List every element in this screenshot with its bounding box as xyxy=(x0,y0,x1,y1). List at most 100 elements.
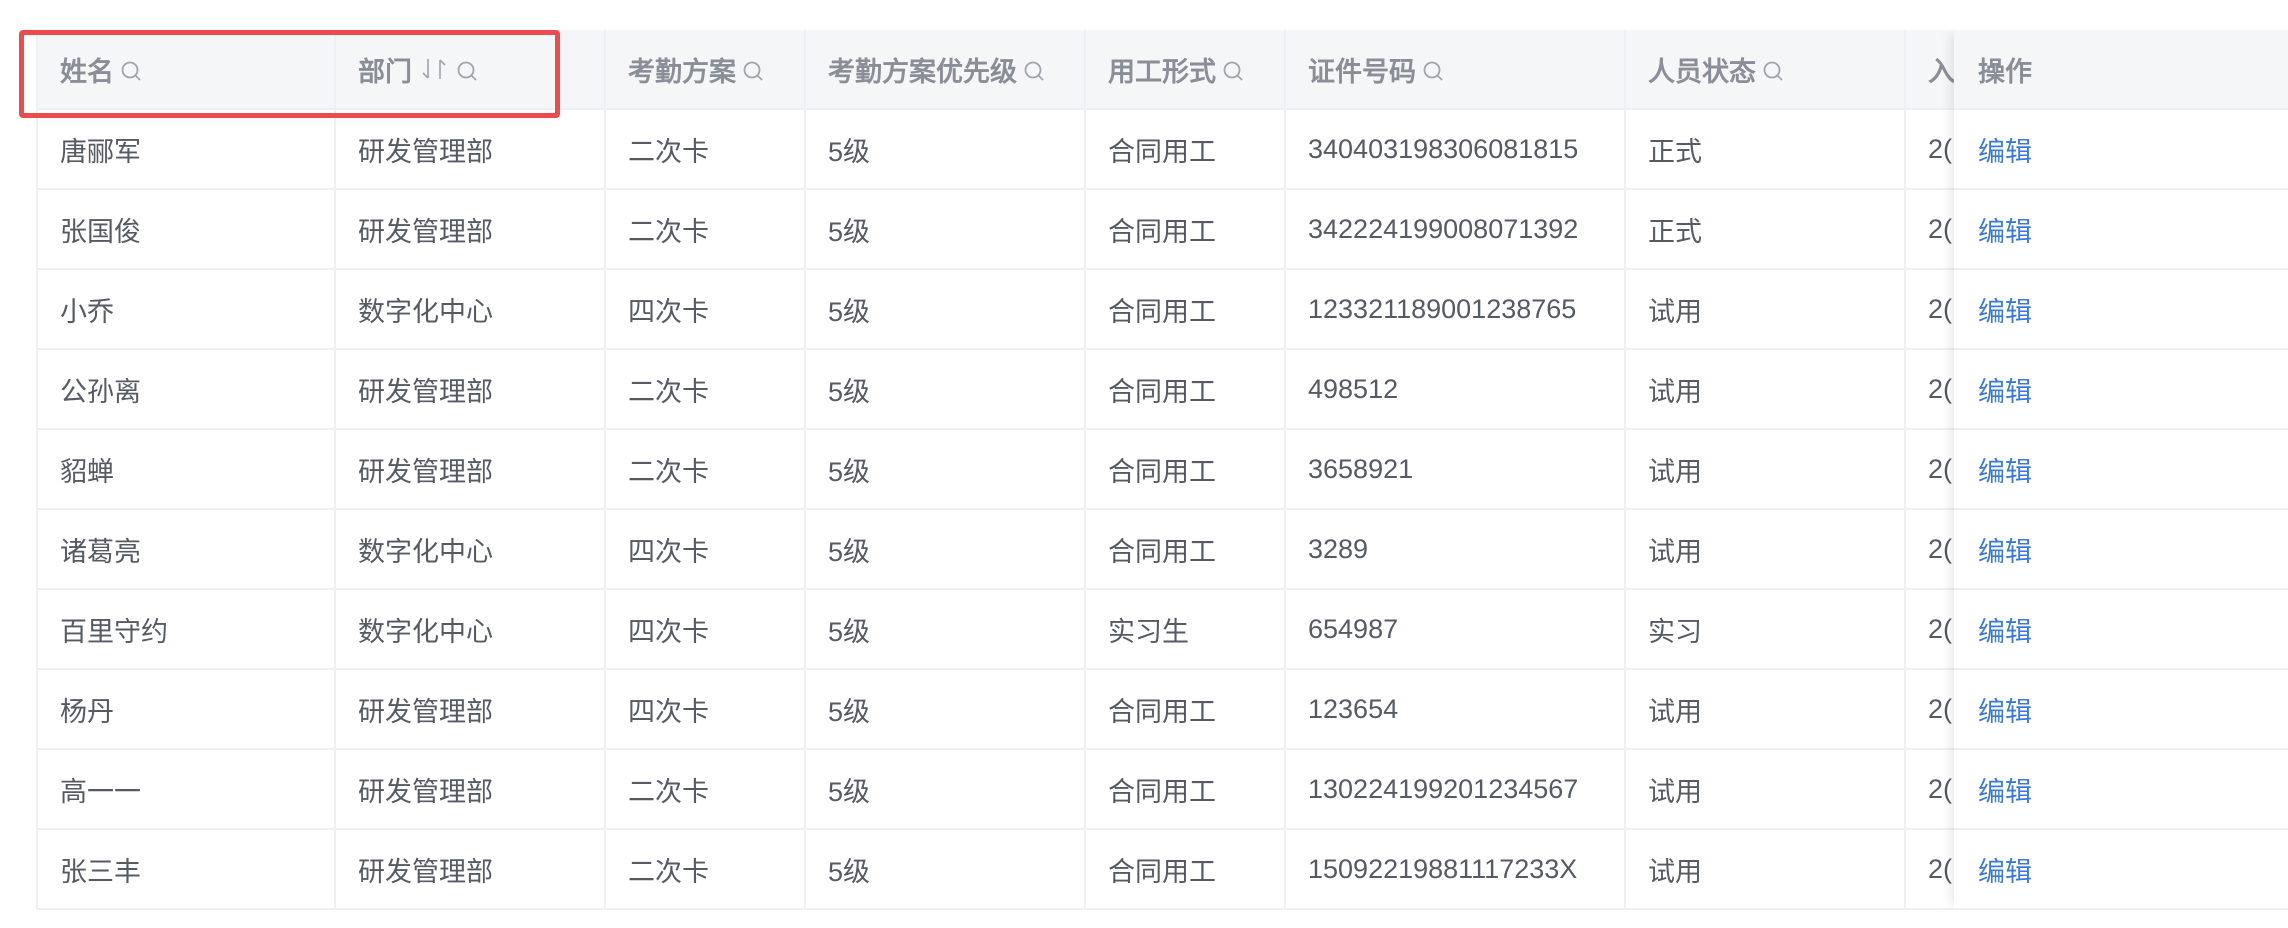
cell-department: 数字化中心 xyxy=(336,590,606,668)
cell-department: 研发管理部 xyxy=(336,750,606,828)
cell-attendance-plan: 四次卡 xyxy=(606,590,806,668)
search-icon[interactable] xyxy=(1762,58,1784,81)
cell-plan-priority: 5级 xyxy=(806,750,1086,828)
cell-plan-priority: 5级 xyxy=(806,670,1086,748)
cell-name: 杨丹 xyxy=(38,670,336,748)
edit-link[interactable]: 编辑 xyxy=(1978,130,2032,169)
cell-status: 试用 xyxy=(1626,350,1906,428)
cell-employment-type: 合同用工 xyxy=(1086,350,1286,428)
cell-status: 试用 xyxy=(1626,670,1906,748)
column-header-attendance-plan[interactable]: 考勤方案 xyxy=(606,30,806,108)
cell-employment-type: 合同用工 xyxy=(1086,430,1286,508)
action-column: 操作 编辑 编辑 编辑 编辑 编辑 编辑 编辑 编辑 编辑 编辑 xyxy=(1954,30,2288,910)
cell-attendance-plan: 二次卡 xyxy=(606,110,806,188)
cell-plan-priority: 5级 xyxy=(806,110,1086,188)
search-icon[interactable] xyxy=(742,58,764,81)
cell-plan-priority: 5级 xyxy=(806,590,1086,668)
table-row[interactable]: 貂蝉 研发管理部 二次卡 5级 合同用工 3658921 试用 2( xyxy=(38,430,2288,510)
cell-id-number: 130224199201234567 xyxy=(1286,750,1626,828)
edit-link[interactable]: 编辑 xyxy=(1978,370,2032,409)
cell-plan-priority: 5级 xyxy=(806,510,1086,588)
table-row[interactable]: 张国俊 研发管理部 二次卡 5级 合同用工 342224199008071392 正式 2( xyxy=(38,190,2288,270)
cell-name: 张三丰 xyxy=(38,830,336,908)
cell-attendance-plan: 二次卡 xyxy=(606,190,806,268)
cell-plan-priority: 5级 xyxy=(806,430,1086,508)
search-icon[interactable] xyxy=(456,58,478,81)
cell-name: 小乔 xyxy=(38,270,336,348)
cell-department: 研发管理部 xyxy=(336,190,606,268)
edit-link[interactable]: 编辑 xyxy=(1978,530,2032,569)
cell-employment-type: 合同用工 xyxy=(1086,510,1286,588)
edit-link[interactable]: 编辑 xyxy=(1978,850,2032,889)
column-header-name[interactable]: 姓名 xyxy=(38,30,336,108)
cell-status: 试用 xyxy=(1626,750,1906,828)
cell-department: 研发管理部 xyxy=(336,830,606,908)
column-header-actions: 操作 xyxy=(1954,30,2288,110)
cell-id-number: 123321189001238765 xyxy=(1286,270,1626,348)
table-header-row: 姓名 部门 考勤方案 考勤方案优先级 用工形式 证件号码 人员状态 入 xyxy=(38,30,2288,110)
cell-employment-type: 合同用工 xyxy=(1086,830,1286,908)
column-header-label: 考勤方案 xyxy=(628,56,736,87)
cell-status: 正式 xyxy=(1626,190,1906,268)
column-header-status[interactable]: 人员状态 xyxy=(1626,30,1906,108)
column-header-label: 人员状态 xyxy=(1648,56,1756,87)
column-header-id-number[interactable]: 证件号码 xyxy=(1286,30,1626,108)
action-cell: 编辑 xyxy=(1954,510,2288,590)
search-icon[interactable] xyxy=(1023,58,1045,81)
edit-link[interactable]: 编辑 xyxy=(1978,610,2032,649)
search-icon[interactable] xyxy=(1222,58,1244,81)
cell-id-number: 340403198306081815 xyxy=(1286,110,1626,188)
sort-icon[interactable] xyxy=(418,56,452,82)
edit-link[interactable]: 编辑 xyxy=(1978,450,2032,489)
search-icon[interactable] xyxy=(120,58,142,81)
cell-name: 诸葛亮 xyxy=(38,510,336,588)
cell-employment-type: 实习生 xyxy=(1086,590,1286,668)
cell-id-number: 498512 xyxy=(1286,350,1626,428)
edit-link[interactable]: 编辑 xyxy=(1978,210,2032,249)
column-header-department[interactable]: 部门 xyxy=(336,30,606,108)
table-row[interactable]: 小乔 数字化中心 四次卡 5级 合同用工 123321189001238765 试用 2( xyxy=(38,270,2288,350)
column-header-label: 用工形式 xyxy=(1108,56,1216,87)
employee-table: 姓名 部门 考勤方案 考勤方案优先级 用工形式 证件号码 人员状态入唐郦军 研发管理部 二次卡 5… xyxy=(36,30,2288,910)
table-row[interactable]: 诸葛亮 数字化中心 四次卡 5级 合同用工 3289 试用 2( xyxy=(38,510,2288,590)
cell-id-number: 3289 xyxy=(1286,510,1626,588)
cell-department: 数字化中心 xyxy=(336,270,606,348)
action-cell: 编辑 xyxy=(1954,430,2288,510)
cell-attendance-plan: 二次卡 xyxy=(606,350,806,428)
cell-attendance-plan: 二次卡 xyxy=(606,830,806,908)
edit-link[interactable]: 编辑 xyxy=(1978,290,2032,329)
cell-employment-type: 合同用工 xyxy=(1086,670,1286,748)
column-header-label: 姓名 xyxy=(60,56,114,87)
cell-department: 研发管理部 xyxy=(336,670,606,748)
cell-employment-type: 合同用工 xyxy=(1086,270,1286,348)
cell-status: 试用 xyxy=(1626,430,1906,508)
cell-status: 试用 xyxy=(1626,270,1906,348)
table-row[interactable]: 张三丰 研发管理部 二次卡 5级 合同用工 15092219881117233X 试用 2( xyxy=(38,830,2288,910)
cell-name: 高一一 xyxy=(38,750,336,828)
cell-name: 百里守约 xyxy=(38,590,336,668)
column-header-plan-priority[interactable]: 考勤方案优先级 xyxy=(806,30,1086,108)
cell-id-number: 123654 xyxy=(1286,670,1626,748)
table-row[interactable]: 杨丹 研发管理部 四次卡 5级 合同用工 123654 试用 2( xyxy=(38,670,2288,750)
table-row[interactable]: 公孙离 研发管理部 二次卡 5级 合同用工 498512 试用 2( xyxy=(38,350,2288,430)
cell-status: 实习 xyxy=(1626,590,1906,668)
cell-employment-type: 合同用工 xyxy=(1086,110,1286,188)
action-cell: 编辑 xyxy=(1954,590,2288,670)
edit-link[interactable]: 编辑 xyxy=(1978,690,2032,729)
cell-plan-priority: 5级 xyxy=(806,270,1086,348)
table-row[interactable]: 高一一 研发管理部 二次卡 5级 合同用工 130224199201234567 试用 2( xyxy=(38,750,2288,830)
column-header-label: 考勤方案优先级 xyxy=(828,56,1017,87)
action-cell: 编辑 xyxy=(1954,350,2288,430)
column-header-employment-type[interactable]: 用工形式 xyxy=(1086,30,1286,108)
cell-employment-type: 合同用工 xyxy=(1086,190,1286,268)
cell-attendance-plan: 四次卡 xyxy=(606,670,806,748)
cell-attendance-plan: 二次卡 xyxy=(606,430,806,508)
cell-id-number: 3658921 xyxy=(1286,430,1626,508)
table-row[interactable]: 百里守约 数字化中心 四次卡 5级 实习生 654987 实习 2( xyxy=(38,590,2288,670)
column-header-label: 部门 xyxy=(358,56,412,87)
search-icon[interactable] xyxy=(1422,58,1444,81)
cell-name: 公孙离 xyxy=(38,350,336,428)
edit-link[interactable]: 编辑 xyxy=(1978,770,2032,809)
table-row[interactable]: 唐郦军 研发管理部 二次卡 5级 合同用工 340403198306081815 正式 2( xyxy=(38,110,2288,190)
cell-department: 研发管理部 xyxy=(336,110,606,188)
